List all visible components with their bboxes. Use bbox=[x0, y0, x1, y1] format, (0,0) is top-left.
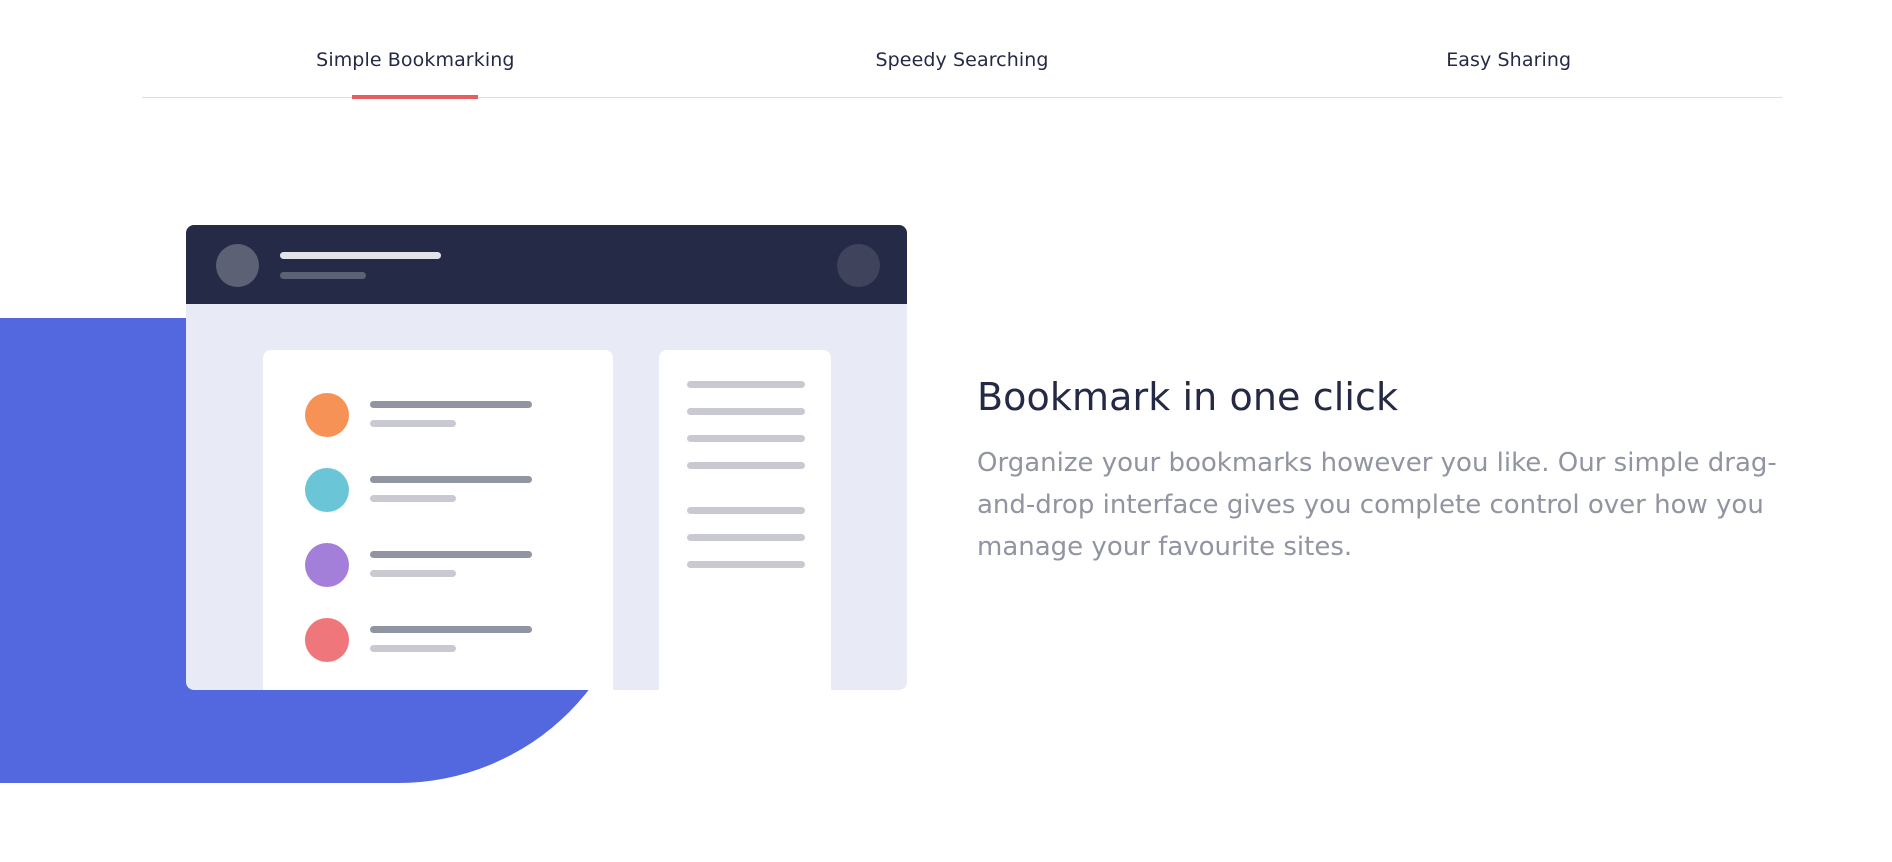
side-line bbox=[687, 507, 805, 514]
side-line bbox=[687, 534, 805, 541]
bookmark-title-line bbox=[370, 626, 532, 633]
tab-label: Simple Bookmarking bbox=[316, 49, 515, 71]
bookmark-sub-line bbox=[370, 570, 456, 577]
bookmark-dot bbox=[305, 618, 349, 662]
bookmark-dot bbox=[305, 468, 349, 512]
tab-label: Easy Sharing bbox=[1446, 49, 1572, 71]
bookmark-title-line bbox=[370, 551, 532, 558]
mockup-title-line bbox=[280, 252, 441, 259]
bookmark-sub-line bbox=[370, 495, 456, 502]
feature-description: Organize your bookmarks however you like… bbox=[977, 448, 1777, 562]
active-tab-indicator bbox=[352, 95, 479, 99]
bookmark-title-line bbox=[370, 401, 532, 408]
tab-simple-bookmarking[interactable]: Simple Bookmarking bbox=[142, 0, 689, 99]
bookmark-dot bbox=[305, 393, 349, 437]
tab-easy-sharing[interactable]: Easy Sharing bbox=[1235, 0, 1782, 97]
side-line bbox=[687, 435, 805, 442]
tab-label: Speedy Searching bbox=[875, 49, 1049, 71]
tab-speedy-searching[interactable]: Speedy Searching bbox=[689, 0, 1236, 97]
mockup-side-panel bbox=[659, 350, 831, 690]
feature-tabs: Simple Bookmarking Speedy Searching Easy… bbox=[142, 0, 1782, 99]
bookmark-sub-line bbox=[370, 645, 456, 652]
bookmark-dot bbox=[305, 543, 349, 587]
mockup-avatar bbox=[216, 244, 259, 287]
side-line bbox=[687, 408, 805, 415]
side-line bbox=[687, 381, 805, 388]
bookmark-illustration bbox=[186, 225, 907, 690]
mockup-menu-dot bbox=[837, 244, 880, 287]
mockup-bookmark-list bbox=[263, 350, 613, 690]
mockup-subtitle-line bbox=[280, 272, 366, 279]
side-line bbox=[687, 462, 805, 469]
mockup-header bbox=[186, 225, 907, 304]
feature-title: Bookmark in one click bbox=[977, 375, 1399, 419]
bookmark-title-line bbox=[370, 476, 532, 483]
side-line bbox=[687, 561, 805, 568]
bookmark-sub-line bbox=[370, 420, 456, 427]
